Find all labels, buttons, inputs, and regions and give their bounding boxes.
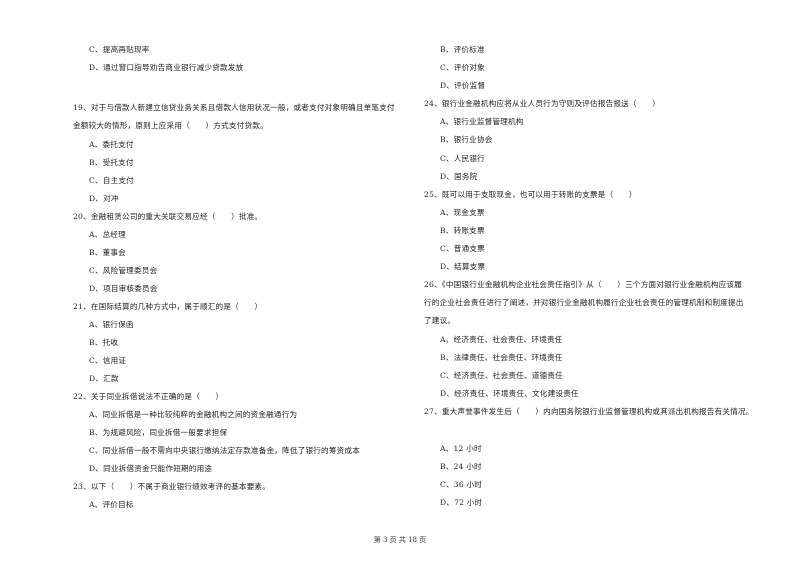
q27-option-c: C、36 小时: [440, 480, 483, 489]
q22-option-c: C、同业拆借一般不需向中央银行缴纳法定存款准备金，降低了银行的筹资成本: [89, 446, 360, 455]
q26-stem-line-3: 了建议。: [424, 316, 456, 325]
q19-stem-line-1: 19、对于与借款人新建立信贷业务关系且借款人信用状况一般，或者支付对象明确且单笔…: [73, 103, 395, 112]
q24-option-c: C、人民银行: [440, 154, 485, 163]
q23-stem: 23、以下（ ）不属于商业银行绩效考评的基本要素。: [73, 482, 271, 491]
q25-option-d: D、结算支票: [440, 262, 486, 271]
q19-option-b: B、受托支付: [89, 158, 134, 167]
q20-option-a: A、总经理: [89, 230, 126, 239]
q22-option-a: A、同业拆借是一种比较纯粹的金融机构之间的资金融通行为: [89, 410, 298, 419]
q26-option-d: D、经济责任、环境责任、文化建设责任: [440, 389, 579, 398]
q25-stem: 25、既可以用于支取现金，也可以用于转账的支票是（ ）: [424, 190, 637, 199]
q24-option-d: D、国务院: [440, 172, 478, 181]
page-indicator: 第 3 页 共 18 页: [373, 536, 427, 544]
q19-option-c: C、自主支付: [89, 176, 134, 185]
q23-option-b: B、评价标准: [440, 45, 485, 54]
q25-option-b: B、转账支票: [440, 226, 485, 235]
q25-option-c: C、普通支票: [440, 244, 485, 253]
q20-stem: 20、金融租赁公司的重大关联交易应经（ ）批准。: [73, 212, 263, 221]
q26-stem-line-1: 26、《中国银行业金融机构企业社会责任指引》从（ ）三个方面对银行业金融机构应该…: [424, 280, 743, 289]
q24-stem: 24、银行业金融机构应将从业人员行为守则及评估报告报送（ ）: [424, 99, 661, 108]
q21-option-d: D、汇款: [89, 374, 119, 383]
q27-stem: 27、重大声誉事件发生后（ ）内向国务院银行业监督管理机构或其派出机构报告有关情…: [424, 407, 754, 416]
q21-stem: 21、在国际结算的几种方式中，属于顺汇的是（ ）: [73, 302, 263, 311]
q23-option-c: C、评价对象: [440, 63, 485, 72]
q18-option-c: C、提高再贴现率: [89, 45, 150, 54]
document-page: C、提高再贴现率 D、通过窗口指导劝告商业银行减少贷款发放 19、对于与借款人新…: [0, 0, 800, 565]
q26-option-b: B、法律责任、社会责任、环境责任: [440, 353, 563, 362]
q21-option-c: C、信用证: [89, 356, 127, 365]
q26-option-a: A、经济责任、社会责任、环境责任: [440, 335, 563, 344]
q18-option-d: D、通过窗口指导劝告商业银行减少贷款发放: [89, 63, 244, 72]
q19-option-a: A、委托支付: [89, 140, 134, 149]
q23-option-a: A、评价目标: [89, 500, 134, 509]
q19-stem-line-2: 金额较大的情形，原则上应采用（ ）方式支付贷款。: [73, 121, 268, 130]
q23-option-d: D、评价监督: [440, 81, 486, 90]
q25-option-a: A、现金支票: [440, 208, 485, 217]
q22-stem: 22、关于同业拆借说法不正确的是（ ）: [73, 392, 224, 401]
q20-option-c: C、风险管理委员会: [89, 266, 158, 275]
q26-stem-line-2: 行的企业社会责任进行了阐述，并对银行业金融机构履行企业社会责任的管理机制和制度提…: [424, 298, 744, 307]
q20-option-d: D、项目审核委员会: [89, 284, 158, 293]
q21-option-a: A、银行保函: [89, 320, 134, 329]
q20-option-b: B、董事会: [89, 248, 126, 257]
q22-option-d: D、同业拆借资金只能作短期的用途: [89, 464, 213, 473]
q24-option-b: B、银行业协会: [440, 135, 493, 144]
q24-option-a: A、银行业监督管理机构: [440, 117, 524, 126]
q22-option-b: B、为规避风险，同业拆借一般要求担保: [89, 428, 228, 437]
q27-option-d: D、72 小时: [440, 498, 483, 507]
q21-option-b: B、托收: [89, 338, 119, 347]
q26-option-c: C、经济责任、社会责任、道德责任: [440, 371, 563, 380]
q27-option-b: B、24 小时: [440, 462, 482, 471]
q19-option-d: D、对冲: [89, 194, 119, 203]
q27-option-a: A、12 小时: [440, 444, 482, 453]
